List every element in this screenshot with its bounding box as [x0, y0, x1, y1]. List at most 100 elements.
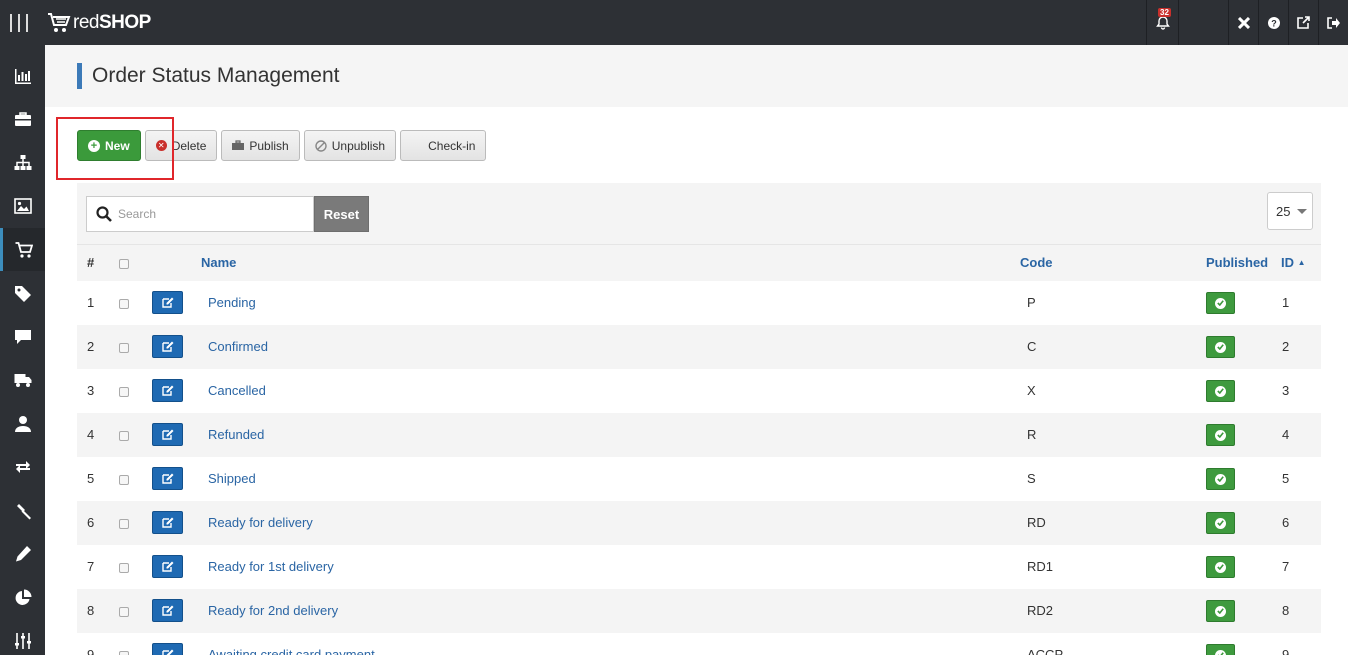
status-code: R: [1027, 427, 1037, 442]
edit-button[interactable]: [152, 379, 183, 402]
row-number: 9: [87, 647, 95, 655]
row-checkbox[interactable]: [119, 545, 129, 589]
sidebar-item-configuration[interactable]: [0, 619, 45, 655]
status-id: 4: [1282, 427, 1290, 442]
cart-logo-icon: [48, 13, 71, 32]
checkin-button[interactable]: Check-in: [400, 130, 487, 161]
edit-button[interactable]: [152, 511, 183, 534]
edit-button[interactable]: [152, 467, 183, 490]
sidebar-item-discounts[interactable]: [0, 272, 45, 315]
row-checkbox[interactable]: [119, 457, 129, 501]
table-row: 3 Cancelled X 3: [77, 369, 1321, 413]
sidebar-item-statistics[interactable]: [0, 576, 45, 619]
published-toggle[interactable]: [1206, 468, 1235, 490]
status-name-link[interactable]: Ready for 2nd delivery: [208, 589, 338, 633]
status-name-link[interactable]: Shipped: [208, 457, 256, 501]
status-id: 5: [1282, 471, 1290, 486]
check-circle-icon: [1215, 297, 1226, 309]
sidebar-item-shipping[interactable]: [0, 358, 45, 401]
external-link-button[interactable]: [1288, 0, 1318, 45]
menu-toggle-icon[interactable]: [10, 14, 28, 32]
row-checkbox[interactable]: [119, 325, 129, 369]
row-number: 1: [87, 295, 95, 310]
header-id[interactable]: ID ▲: [1281, 245, 1306, 281]
published-toggle[interactable]: [1206, 512, 1235, 534]
status-name-link[interactable]: Refunded: [208, 413, 264, 457]
status-name-link[interactable]: Confirmed: [208, 325, 268, 369]
status-code: S: [1027, 471, 1036, 486]
published-toggle[interactable]: [1206, 600, 1235, 622]
row-checkbox[interactable]: [119, 633, 129, 655]
topbar-spacer: [1178, 0, 1228, 45]
logout-button[interactable]: [1318, 0, 1348, 45]
help-button[interactable]: ?: [1258, 0, 1288, 45]
row-number: 3: [87, 383, 95, 398]
row-checkbox[interactable]: [119, 589, 129, 633]
status-id: 2: [1282, 339, 1290, 354]
row-checkbox[interactable]: [119, 413, 129, 457]
sidebar-item-tools[interactable]: [0, 489, 45, 532]
sidebar-item-products[interactable]: [0, 97, 45, 140]
sidebar-item-import-export[interactable]: [0, 445, 45, 488]
edit-button[interactable]: [152, 643, 183, 655]
sidebar-item-media[interactable]: [0, 184, 45, 227]
reset-button[interactable]: Reset: [314, 196, 369, 232]
header-published[interactable]: Published: [1206, 245, 1268, 281]
row-checkbox[interactable]: [119, 369, 129, 413]
sidebar-item-communication[interactable]: [0, 315, 45, 358]
edit-button[interactable]: [152, 291, 183, 314]
app-logo[interactable]: redSHOP: [47, 9, 151, 37]
publish-button-label: Publish: [249, 138, 289, 153]
order-status-table: # Name Code Published ID ▲ 1 Pending P 1 2 Co…: [77, 245, 1321, 655]
edit-button[interactable]: [152, 335, 183, 358]
filter-bar: Reset 25: [77, 183, 1321, 245]
search-input[interactable]: [118, 207, 298, 221]
sidebar-item-customers[interactable]: [0, 402, 45, 445]
joomla-button[interactable]: [1228, 0, 1258, 45]
header-name[interactable]: Name: [201, 245, 236, 281]
cart-icon: [15, 241, 33, 258]
row-checkbox[interactable]: [119, 501, 129, 545]
sidebar-item-orders[interactable]: [0, 228, 45, 271]
edit-button[interactable]: [152, 423, 183, 446]
status-name-link[interactable]: Ready for 1st delivery: [208, 545, 334, 589]
status-name-link[interactable]: Cancelled: [208, 369, 266, 413]
app-name: redSHOP: [73, 12, 151, 33]
edit-icon: [161, 561, 173, 572]
highlight-annotation: [56, 117, 174, 180]
publish-button[interactable]: Publish: [221, 130, 300, 161]
unpublish-button[interactable]: Unpublish: [303, 130, 397, 161]
published-toggle[interactable]: [1206, 292, 1235, 314]
status-id: 9: [1282, 647, 1290, 655]
sidebar-item-templates[interactable]: [0, 532, 45, 575]
published-toggle[interactable]: [1206, 644, 1235, 655]
edit-button[interactable]: [152, 555, 183, 578]
row-number: 5: [87, 471, 95, 486]
edit-icon: [161, 385, 173, 396]
edit-button[interactable]: [152, 599, 183, 622]
status-name-link[interactable]: Ready for delivery: [208, 501, 313, 545]
status-name-link[interactable]: Awaiting credit card payment: [208, 633, 375, 655]
logout-icon: [1327, 16, 1340, 29]
check-circle-icon: [1215, 429, 1226, 441]
published-toggle[interactable]: [1206, 424, 1235, 446]
sidebar-item-dashboard[interactable]: [0, 54, 45, 97]
status-name-link[interactable]: Pending: [208, 281, 256, 325]
check-circle-icon: [1215, 649, 1226, 655]
published-toggle[interactable]: [1206, 380, 1235, 402]
select-all-checkbox[interactable]: [119, 245, 129, 281]
published-toggle[interactable]: [1206, 556, 1235, 578]
table-row: 7 Ready for 1st delivery RD1 7: [77, 545, 1321, 589]
status-id: 7: [1282, 559, 1290, 574]
external-link-icon: [1297, 16, 1310, 29]
pie-chart-icon: [15, 589, 31, 605]
row-checkbox[interactable]: [119, 281, 129, 325]
published-toggle[interactable]: [1206, 336, 1235, 358]
list-limit-select[interactable]: 25: [1267, 192, 1313, 230]
page-title: Order Status Management: [77, 63, 339, 89]
notifications-button[interactable]: 32: [1146, 0, 1178, 45]
header-code[interactable]: Code: [1020, 245, 1053, 281]
status-code: RD: [1027, 515, 1046, 530]
sidebar-item-categories[interactable]: [0, 141, 45, 184]
help-icon: ?: [1267, 16, 1280, 29]
